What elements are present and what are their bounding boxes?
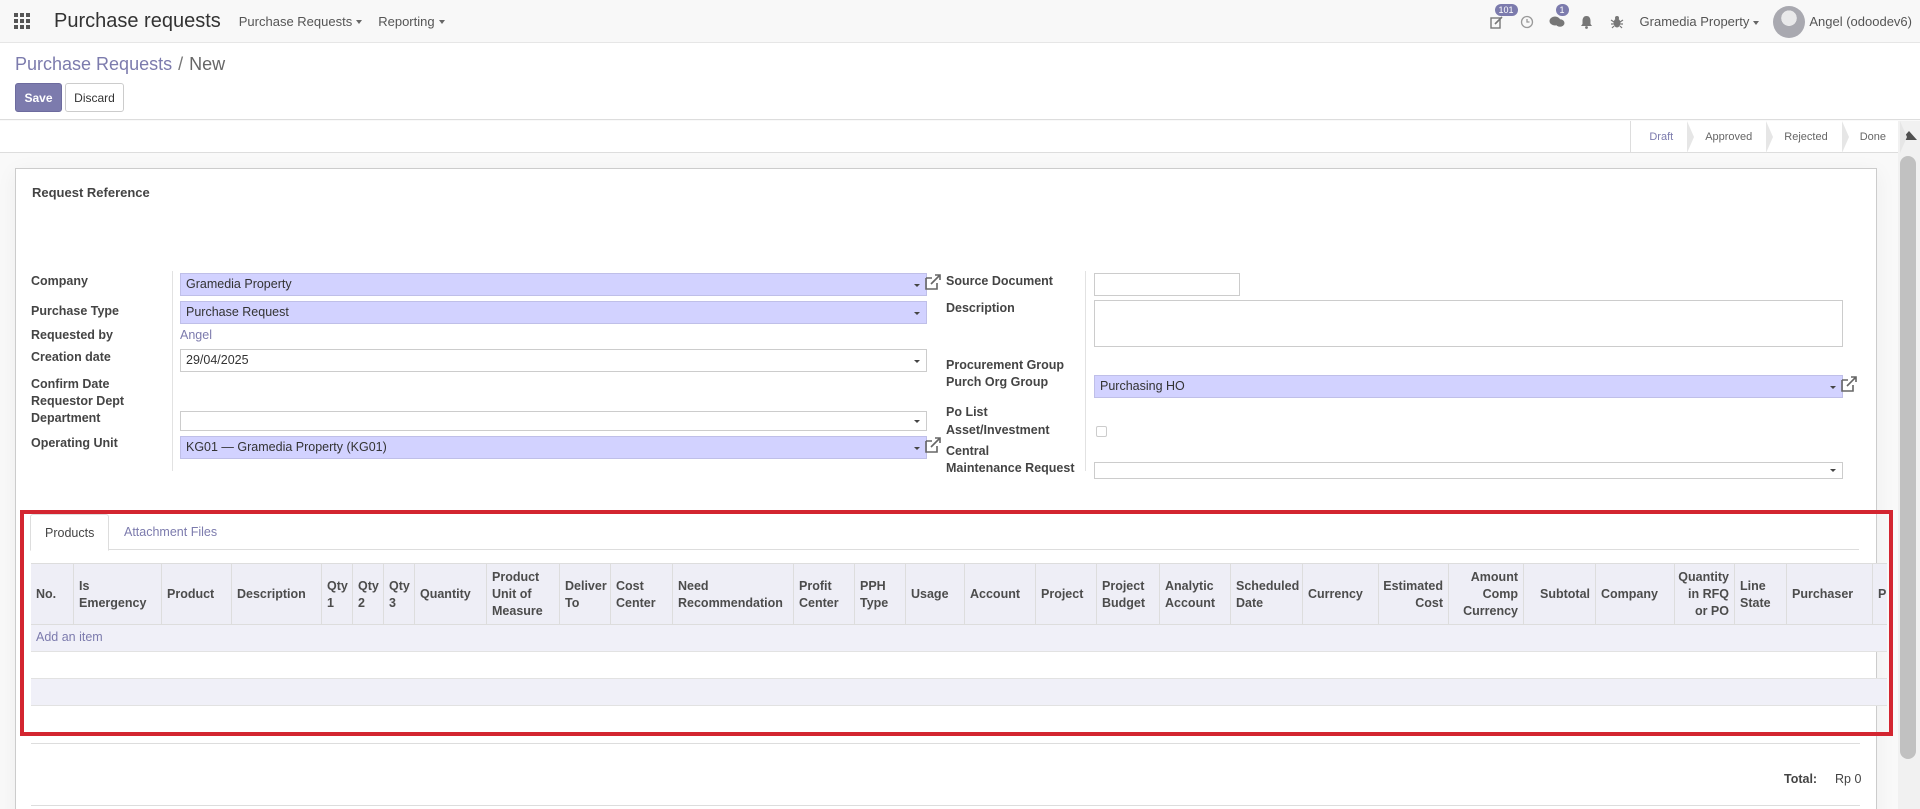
stage-rejected[interactable]: Rejected: [1766, 121, 1850, 153]
external-link-icon[interactable]: [1839, 374, 1859, 394]
bell-icon[interactable]: [1572, 0, 1602, 43]
source-document-input[interactable]: [1094, 273, 1240, 296]
bottom-divider: [31, 805, 1860, 806]
asset-investment-label: Asset/Investment: [946, 423, 1050, 437]
dropdown-caret-icon: [914, 420, 920, 423]
messages-icon[interactable]: 1: [1542, 0, 1572, 43]
caret-down-icon: [438, 20, 445, 25]
source-document-label: Source Document: [946, 274, 1053, 288]
debug-bug-icon[interactable]: [1602, 0, 1632, 43]
breadcrumb-parent[interactable]: Purchase Requests: [15, 54, 172, 74]
app-title: Purchase requests: [54, 9, 221, 32]
purch-org-group-select[interactable]: Purchasing HO: [1094, 375, 1843, 398]
discard-button[interactable]: Discard: [65, 83, 124, 112]
dropdown-caret-icon: [1830, 386, 1836, 389]
operating-unit-label: Operating Unit: [31, 436, 118, 450]
asset-investment-checkbox[interactable]: [1096, 426, 1107, 437]
external-link-icon[interactable]: [923, 435, 943, 455]
stage-done[interactable]: Done: [1842, 121, 1908, 153]
purchase-type-select[interactable]: Purchase Request: [180, 301, 927, 324]
apps-menu-icon[interactable]: [0, 0, 44, 43]
creation-date-input[interactable]: 29/04/2025: [180, 349, 927, 372]
dropdown-caret-icon: [1830, 469, 1836, 472]
total-label: Total:: [1784, 772, 1818, 786]
totals-divider: [31, 743, 1860, 744]
left-group-separator: [172, 271, 173, 471]
purch-org-group-label: Purch Org Group: [946, 375, 1049, 389]
activity-icon[interactable]: 101: [1482, 0, 1518, 43]
breadcrumb: Purchase Requests / New: [15, 54, 225, 75]
operating-unit-select[interactable]: KG01 — Gramedia Property (KG01): [180, 436, 927, 459]
maintenance-request-select[interactable]: [1094, 462, 1843, 479]
dropdown-caret-icon: [914, 312, 920, 315]
department-select[interactable]: [180, 411, 927, 431]
description-textarea[interactable]: [1094, 300, 1843, 347]
company-switcher[interactable]: Gramedia Property: [1640, 14, 1760, 29]
control-panel: Purchase Requests / New Save Discard: [0, 43, 1920, 120]
company-label: Company: [31, 274, 88, 288]
company-select[interactable]: Gramedia Property: [180, 273, 927, 296]
department-label: Department: [31, 411, 101, 425]
systray: 101 1 Gramedia Property Angel (odoodev6): [1482, 0, 1920, 43]
caret-down-icon: [1753, 20, 1760, 25]
dropdown-caret-icon: [914, 447, 920, 450]
po-list-label: Po List: [946, 405, 988, 419]
creation-date-label: Creation date: [31, 350, 111, 364]
total-value: Rp 0: [1835, 772, 1862, 786]
user-menu[interactable]: Angel (odoodev6): [1809, 14, 1912, 29]
scrollbar-thumb[interactable]: [1900, 156, 1916, 759]
requestor-dept-label: Requestor Dept: [31, 394, 125, 408]
messages-badge: 1: [1555, 4, 1569, 16]
stage-approved[interactable]: Approved: [1687, 121, 1774, 153]
request-reference-label: Request Reference: [32, 185, 150, 200]
dropdown-caret-icon: [914, 284, 920, 287]
procurement-group-label: Procurement Group: [946, 358, 1065, 372]
requested-by-link[interactable]: Angel: [180, 328, 212, 342]
central-label: Central: [946, 444, 990, 458]
confirm-date-label: Confirm Date: [31, 377, 110, 391]
top-navbar: Purchase requests Purchase Requests Repo…: [0, 0, 1920, 43]
maintenance-request-label: Maintenance Request: [946, 461, 1075, 475]
breadcrumb-current: New: [189, 54, 226, 74]
stage-list: Draft Approved Rejected Done: [1630, 121, 1908, 153]
menu-reporting[interactable]: Reporting: [378, 14, 445, 29]
requested-by-label: Requested by: [31, 328, 113, 342]
caret-down-icon: [356, 20, 363, 25]
user-avatar[interactable]: [1773, 5, 1806, 38]
breadcrumb-separator: /: [178, 54, 184, 74]
highlight-annotation-box: [20, 510, 1893, 736]
statusbar: Draft Approved Rejected Done: [0, 121, 1908, 153]
purchase-type-label: Purchase Type: [31, 304, 120, 318]
menu-purchase-requests[interactable]: Purchase Requests: [239, 14, 363, 29]
dropdown-caret-icon: [914, 360, 920, 363]
clock-icon[interactable]: [1512, 0, 1542, 43]
save-button[interactable]: Save: [15, 83, 62, 112]
external-link-icon[interactable]: [923, 272, 943, 292]
description-label: Description: [946, 301, 1015, 315]
stage-draft[interactable]: Draft: [1631, 121, 1695, 153]
right-group-separator: [1085, 271, 1086, 471]
